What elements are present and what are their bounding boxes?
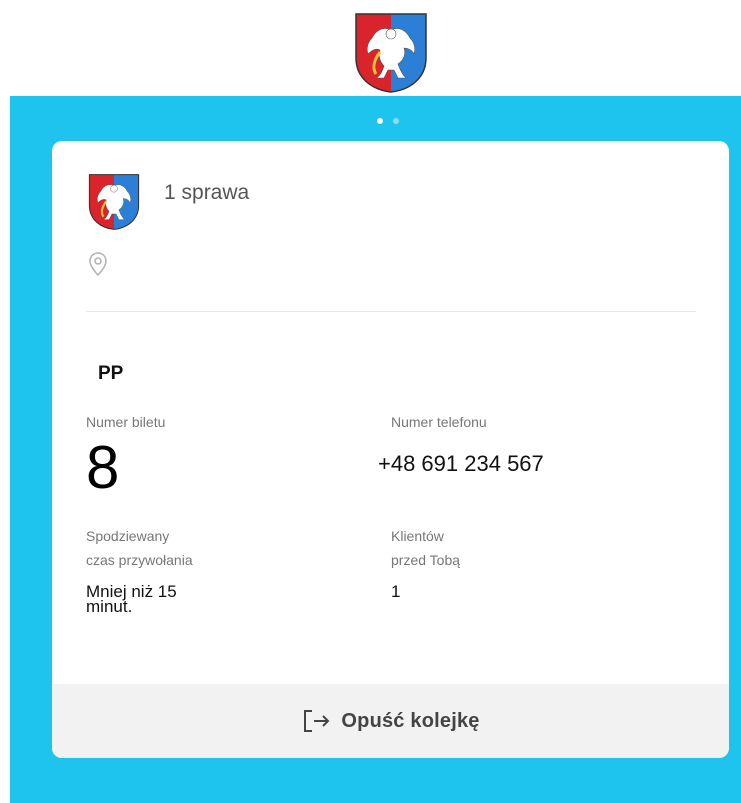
clients-ahead-label-line2: przed Tobą	[391, 552, 461, 568]
leave-queue-button[interactable]: Opuść kolejkę	[52, 684, 729, 758]
leave-queue-label: Opuść kolejkę	[341, 709, 480, 732]
carousel-indicator	[377, 118, 399, 124]
exit-icon	[304, 710, 330, 732]
wait-time-value-line2: minut.	[86, 597, 133, 616]
coat-of-arms-icon	[88, 174, 140, 230]
ticket-number-label: Numer biletu	[86, 414, 166, 430]
service-title: 1 sprawa	[164, 181, 250, 204]
ticket-category: PP	[98, 363, 124, 384]
wait-time-label-line1: Spodziewany	[86, 528, 170, 544]
map-pin-icon	[89, 252, 107, 277]
carousel-dot-active[interactable]	[377, 118, 383, 124]
divider	[86, 311, 696, 312]
clients-ahead-value: 1	[391, 582, 401, 601]
ticket-number: 8	[86, 434, 120, 501]
phone-label: Numer telefonu	[391, 414, 487, 430]
carousel-dot[interactable]	[393, 118, 399, 124]
clients-ahead-label-line1: Klientów	[391, 528, 444, 544]
coat-of-arms-icon	[355, 13, 427, 93]
phone-number: +48 691 234 567	[378, 451, 544, 476]
ticket-card: 1 sprawa PP Numer biletu 8 Numer telefon…	[52, 141, 729, 758]
wait-time-label-line2: czas przywołania	[86, 552, 193, 568]
